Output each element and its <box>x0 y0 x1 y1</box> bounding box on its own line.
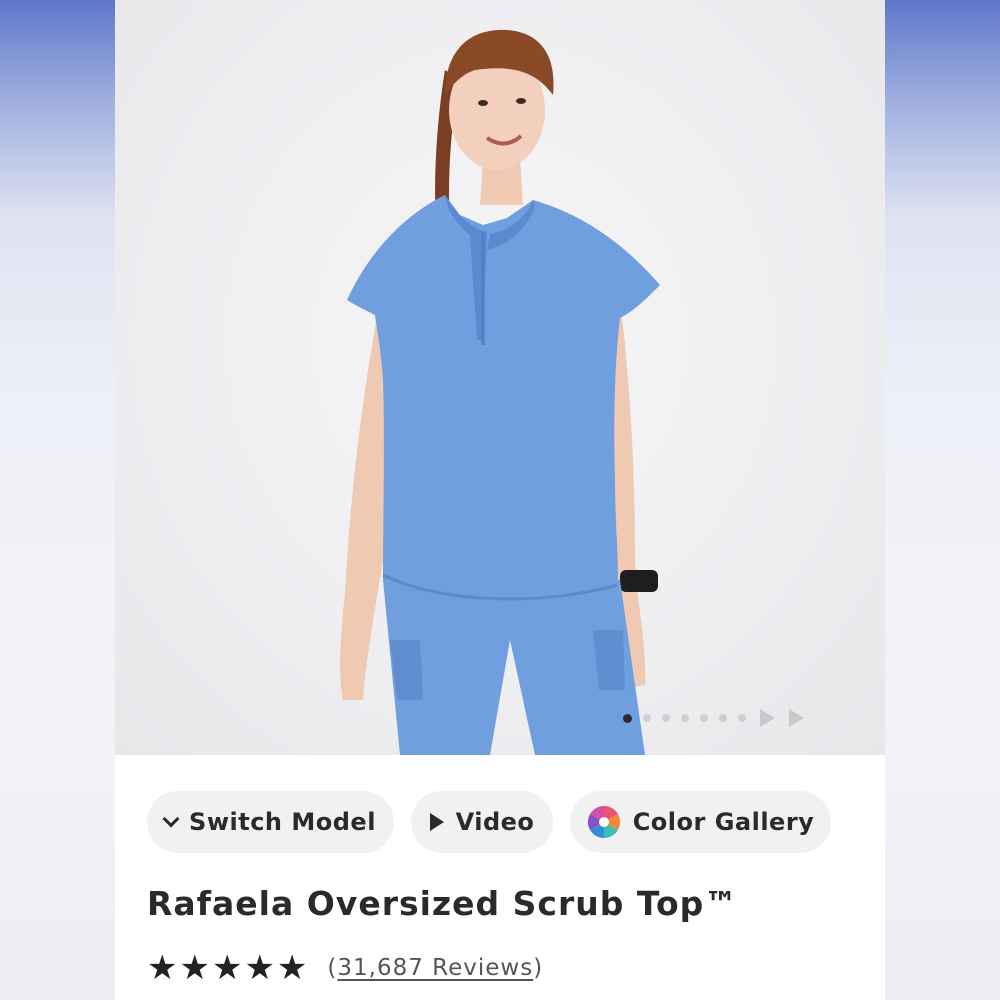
carousel-pagination <box>623 707 804 729</box>
switch-model-label: Switch Model <box>189 808 376 836</box>
video-label: Video <box>455 808 535 836</box>
carousel-dot-1[interactable] <box>623 713 632 723</box>
switch-model-button[interactable]: Switch Model <box>147 791 394 853</box>
product-photo <box>339 29 660 755</box>
product-card: Switch Model Video Color Gallery Rafaela… <box>115 0 885 1000</box>
carousel-dot-3[interactable] <box>662 714 670 722</box>
color-wheel-icon <box>587 805 620 839</box>
video-button[interactable]: Video <box>411 791 553 853</box>
carousel-dot-4[interactable] <box>681 714 689 722</box>
play-icon <box>429 813 444 831</box>
blurred-backdrop-right <box>885 0 1000 1000</box>
blurred-backdrop-left <box>0 0 115 1000</box>
carousel-dot-5[interactable] <box>700 714 708 722</box>
reviews-link[interactable]: 31,687 Reviews <box>337 955 533 981</box>
arrow-right-icon[interactable] <box>760 709 775 727</box>
reviews-open-paren: ( <box>327 955 338 981</box>
product-rating: ★★★★★ (31,687 Reviews) <box>147 948 543 988</box>
carousel-dot-6[interactable] <box>719 714 727 722</box>
color-gallery-label: Color Gallery <box>632 808 815 836</box>
reviews-count[interactable]: (31,687 Reviews) <box>327 955 543 981</box>
rating-stars: ★★★★★ <box>147 948 310 988</box>
carousel-dot-2[interactable] <box>643 714 651 722</box>
arrow-right-icon[interactable] <box>789 709 804 727</box>
carousel-dot-7[interactable] <box>738 714 746 722</box>
chevron-down-icon <box>162 810 180 828</box>
reviews-close-paren: ) <box>533 955 544 981</box>
product-title: Rafaela Oversized Scrub Top™ <box>147 884 739 923</box>
color-gallery-button[interactable]: Color Gallery <box>570 791 831 853</box>
product-image-carousel[interactable] <box>115 0 885 755</box>
